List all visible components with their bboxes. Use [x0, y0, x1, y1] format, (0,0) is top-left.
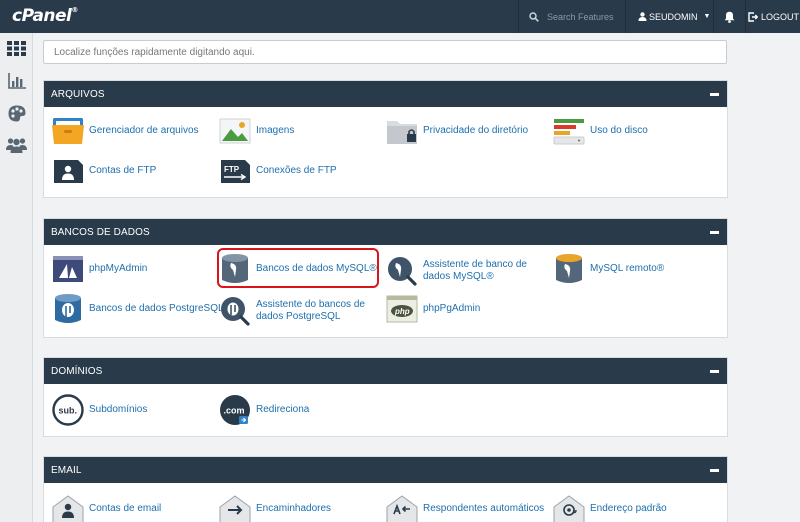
section-header[interactable]: ARQUIVOS: [44, 81, 727, 107]
search-icon: [529, 11, 539, 22]
collapse-icon[interactable]: [710, 468, 719, 472]
database-wizard-icon: [386, 255, 418, 287]
forwarders-link[interactable]: Encaminhadores: [219, 493, 331, 522]
remote-mysql-link[interactable]: MySQL remoto®: [553, 253, 664, 285]
quick-search-input[interactable]: [43, 40, 727, 64]
bar-chart-icon: [7, 72, 26, 89]
redirect-icon: .com: [219, 394, 251, 426]
section-header[interactable]: DOMÍNIOS: [44, 358, 727, 384]
ftp-accounts-link[interactable]: Contas de FTP: [52, 155, 156, 187]
username: SEUDOMIN: [649, 11, 698, 22]
bell-icon: [724, 11, 735, 23]
svg-text:php: php: [394, 307, 410, 316]
directory-privacy-link[interactable]: Privacidade do diretório: [386, 115, 528, 147]
chevron-down-icon: ▼: [703, 13, 711, 20]
phpmyadmin-icon: [52, 253, 84, 285]
envelope-forward-icon: [219, 493, 251, 522]
phpmyadmin-link[interactable]: phpMyAdmin: [52, 253, 147, 285]
file-manager-link[interactable]: Gerenciador de arquivos: [52, 115, 199, 147]
section-title: EMAIL: [51, 464, 82, 476]
postgresql-databases-link[interactable]: Bancos de dados PostgreSQL: [52, 293, 224, 325]
mysql-databases-link[interactable]: Bancos de dados MySQL®: [219, 253, 377, 285]
nav-stats[interactable]: [6, 70, 27, 91]
postgresql-wizard-icon: [219, 295, 251, 327]
section-title: DOMÍNIOS: [51, 365, 103, 377]
feature-search-input[interactable]: [547, 11, 623, 22]
phppgadmin-icon: php: [386, 293, 418, 325]
top-bar: cPanel® SEUDOMIN ▼ LOGOUT: [0, 0, 800, 33]
user-icon: [638, 12, 647, 21]
disk-usage-link[interactable]: Uso do disco: [553, 115, 648, 147]
section-header[interactable]: EMAIL: [44, 457, 727, 483]
postgresql-database-icon: [52, 293, 84, 325]
email-accounts-link[interactable]: Contas de email: [52, 493, 161, 522]
envelope-user-icon: [52, 493, 84, 522]
nav-home[interactable]: [6, 38, 27, 59]
subdomain-icon: sub.: [52, 394, 84, 426]
svg-text:.com: .com: [224, 406, 245, 416]
phppgadmin-link[interactable]: php phpPgAdmin: [386, 293, 480, 325]
logout-button[interactable]: LOGOUT: [748, 0, 799, 33]
ftp-user-icon: [52, 155, 84, 187]
feature-search[interactable]: [518, 0, 626, 33]
collapse-icon[interactable]: [710, 92, 719, 96]
palette-icon: [8, 105, 25, 122]
collapse-icon[interactable]: [710, 230, 719, 234]
mysql-wizard-link[interactable]: Assistente de banco de dados MySQL®: [386, 253, 538, 289]
svg-text:FTP: FTP: [224, 165, 240, 174]
section-arquivos: ARQUIVOS Gerenciador de arquivos Imagens…: [43, 80, 728, 198]
grid-icon: [7, 41, 26, 56]
folder-icon: [52, 115, 84, 147]
users-icon: [6, 137, 27, 153]
section-dominios: DOMÍNIOS sub. Subdomínios .com Redirecio…: [43, 357, 728, 437]
autoresponders-link[interactable]: Respondentes automáticos: [386, 493, 544, 522]
section-title: ARQUIVOS: [51, 88, 105, 100]
left-nav: [0, 33, 33, 522]
remote-database-icon: [553, 253, 585, 285]
logout-icon: [748, 11, 758, 22]
nav-users[interactable]: [6, 134, 27, 155]
section-email: EMAIL Contas de email Encaminhadores Res…: [43, 456, 728, 522]
user-menu[interactable]: SEUDOMIN ▼: [628, 0, 714, 33]
subdomains-link[interactable]: sub. Subdomínios: [52, 394, 147, 426]
svg-text:sub.: sub.: [59, 406, 78, 416]
nav-themes[interactable]: [6, 103, 27, 124]
collapse-icon[interactable]: [710, 369, 719, 373]
folder-lock-icon: [386, 115, 418, 147]
notifications-button[interactable]: [714, 0, 746, 33]
section-title: BANCOS DE DADOS: [51, 226, 150, 238]
cpanel-logo[interactable]: cPanel®: [12, 6, 78, 26]
database-icon: [219, 253, 251, 285]
image-icon: [219, 115, 251, 147]
images-link[interactable]: Imagens: [219, 115, 294, 147]
disk-usage-icon: [553, 115, 585, 147]
ftp-connections-link[interactable]: FTP Conexões de FTP: [219, 155, 337, 187]
postgresql-wizard-link[interactable]: Assistente do bancos de dados PostgreSQL: [219, 293, 371, 329]
default-address-link[interactable]: Endereço padrão: [553, 493, 667, 522]
section-bancos-de-dados: BANCOS DE DADOS phpMyAdmin Bancos de dad…: [43, 218, 728, 338]
section-header[interactable]: BANCOS DE DADOS: [44, 219, 727, 245]
envelope-reply-icon: [386, 493, 418, 522]
redirects-link[interactable]: .com Redireciona: [219, 394, 309, 426]
ftp-connections-icon: FTP: [219, 155, 251, 187]
envelope-at-icon: [553, 493, 585, 522]
